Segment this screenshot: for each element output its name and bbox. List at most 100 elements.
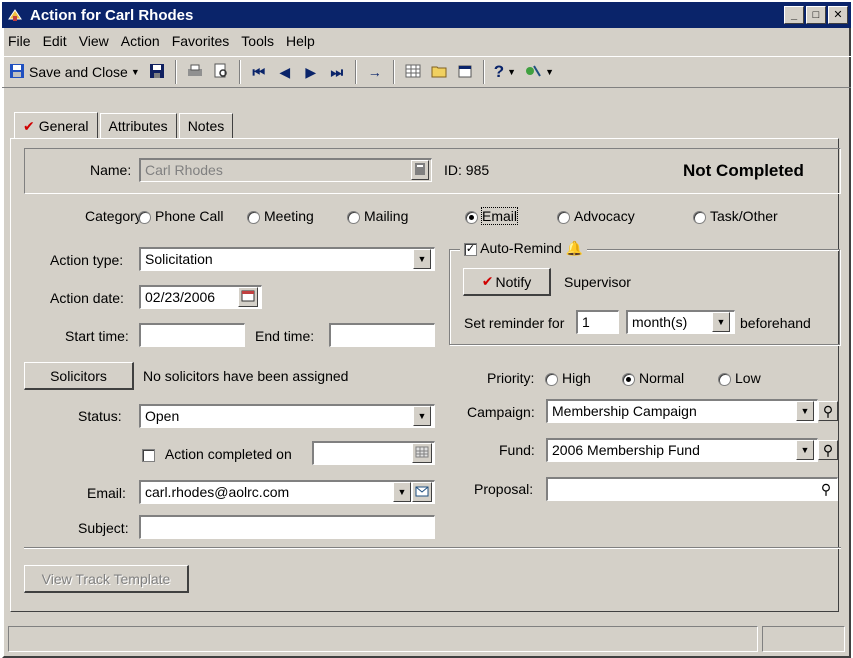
reminder-unit-dropdown-button[interactable]: ▼ (712, 312, 730, 332)
priority-normal[interactable]: Normal (622, 370, 684, 386)
email-select[interactable]: carl.rhodes@aolrc.com (139, 480, 435, 504)
title-bar[interactable]: Action for Carl Rhodes _ □ ✕ (2, 2, 851, 28)
printer-icon (186, 63, 204, 82)
menu-tools[interactable]: Tools (235, 33, 280, 49)
auto-remind-toggle[interactable]: ✓ Auto-Remind 🔔 (460, 240, 588, 257)
name-field[interactable]: Carl Rhodes (139, 158, 432, 182)
chevron-down-icon: ▼ (417, 411, 427, 421)
priority-low[interactable]: Low (718, 370, 761, 386)
menu-edit[interactable]: Edit (37, 33, 73, 49)
action-date-calendar-button[interactable] (238, 287, 258, 307)
subject-label: Subject: (78, 520, 129, 536)
next-record-button[interactable]: ▶ (299, 59, 323, 85)
print-button[interactable] (183, 59, 207, 85)
fund-label: Fund: (499, 442, 535, 458)
status-label: Status: (78, 408, 122, 424)
category-label: Category: (85, 208, 146, 224)
save-close-icon (9, 63, 25, 82)
menu-help[interactable]: Help (280, 33, 321, 49)
category-meeting[interactable]: Meeting (247, 208, 314, 224)
solicitors-button[interactable]: Solicitors (24, 362, 134, 390)
email-label: Email: (87, 485, 126, 501)
save-and-close-button[interactable]: Save and Close ▼ (6, 59, 143, 85)
action-type-dropdown-button[interactable]: ▼ (413, 249, 431, 269)
close-button[interactable]: ✕ (828, 6, 848, 24)
grid-button[interactable] (401, 59, 425, 85)
action-type-select[interactable]: Solicitation (139, 247, 435, 271)
radio-icon (247, 210, 260, 224)
menu-action[interactable]: Action (115, 33, 166, 49)
status-select[interactable]: Open (139, 404, 435, 428)
binoculars-icon: ⚲ (820, 480, 832, 497)
menu-file[interactable]: File (2, 33, 37, 49)
action-completed-calendar-button[interactable] (412, 443, 432, 463)
action-completed-checkbox[interactable] (142, 448, 155, 462)
help-icon: ? (493, 62, 505, 81)
fund-select[interactable]: 2006 Membership Fund (546, 438, 818, 462)
chevron-down-icon[interactable]: ▼ (507, 67, 516, 77)
maximize-button[interactable]: □ (806, 6, 826, 24)
proposal-label: Proposal: (474, 481, 534, 497)
properties-button[interactable] (453, 59, 477, 85)
minimize-button[interactable]: _ (784, 6, 804, 24)
menu-view[interactable]: View (73, 33, 115, 49)
send-email-button[interactable] (412, 482, 432, 502)
start-time-field[interactable] (139, 323, 245, 347)
last-record-button[interactable]: ⏭ (325, 59, 349, 85)
binoculars-icon: ⚲ (822, 441, 834, 458)
priority-normal-label: Normal (639, 370, 685, 386)
tab-general[interactable]: ✔ General (14, 112, 98, 138)
auto-remind-checkbox[interactable]: ✓ (464, 242, 477, 256)
calendar-grid-icon (415, 446, 429, 460)
end-time-label: End time: (255, 328, 315, 344)
category-phone-call[interactable]: Phone Call (138, 208, 224, 224)
category-task-other-label: Task/Other (710, 208, 778, 224)
campaign-select[interactable]: Membership Campaign (546, 399, 818, 423)
go-to-button[interactable]: → (363, 59, 387, 85)
first-record-button[interactable]: ⏮ (247, 59, 271, 85)
checkmark-icon: ✔ (23, 118, 35, 134)
campaign-dropdown-button[interactable]: ▼ (796, 401, 814, 421)
priority-label: Priority: (487, 370, 535, 386)
action-completed-toggle[interactable]: Action completed on (142, 446, 292, 462)
reminder-suffix: beforehand (740, 315, 811, 331)
toolbar-separator (238, 60, 241, 84)
folder-icon (431, 63, 447, 82)
chevron-down-icon[interactable]: ▼ (131, 67, 140, 77)
proposal-search-button[interactable]: ⚲ (816, 479, 836, 499)
status-dropdown-button[interactable]: ▼ (413, 406, 431, 426)
reminder-amount-field[interactable]: 1 (576, 310, 619, 334)
category-mailing[interactable]: Mailing (347, 208, 408, 224)
toolbar-separator (354, 60, 357, 84)
print-preview-icon (213, 63, 229, 82)
campaign-search-button[interactable]: ⚲ (818, 401, 838, 421)
tools-dropdown-button[interactable]: ▼ (521, 59, 557, 85)
name-lookup-button[interactable] (411, 160, 429, 180)
previous-record-button[interactable]: ◀ (273, 59, 297, 85)
help-button[interactable]: ? ▼ (491, 59, 519, 85)
category-task-other[interactable]: Task/Other (693, 208, 778, 224)
record-id: ID: 985 (444, 162, 490, 178)
folder-button[interactable] (427, 59, 451, 85)
toolbar-separator (174, 60, 177, 84)
proposal-field[interactable] (546, 477, 838, 501)
fund-dropdown-button[interactable]: ▼ (796, 440, 814, 460)
tab-attributes[interactable]: Attributes (99, 113, 177, 139)
notify-button[interactable]: ✔ Notify (463, 268, 551, 296)
print-preview-button[interactable] (209, 59, 233, 85)
email-dropdown-button[interactable]: ▼ (393, 482, 411, 502)
end-time-field[interactable] (329, 323, 435, 347)
fund-search-button[interactable]: ⚲ (818, 440, 838, 460)
form-divider (24, 547, 841, 549)
menu-favorites[interactable]: Favorites (166, 33, 236, 49)
priority-high[interactable]: High (545, 370, 591, 386)
category-advocacy[interactable]: Advocacy (557, 208, 635, 224)
category-email[interactable]: Email (465, 207, 519, 225)
save-button[interactable] (145, 59, 169, 85)
solicitors-text: No solicitors have been assigned (143, 368, 349, 384)
chevron-down-icon[interactable]: ▼ (545, 67, 554, 77)
notify-target: Supervisor (564, 274, 631, 290)
subject-field[interactable] (139, 515, 435, 539)
tab-notes[interactable]: Notes (178, 113, 234, 139)
view-track-template-button[interactable]: View Track Template (24, 565, 189, 593)
